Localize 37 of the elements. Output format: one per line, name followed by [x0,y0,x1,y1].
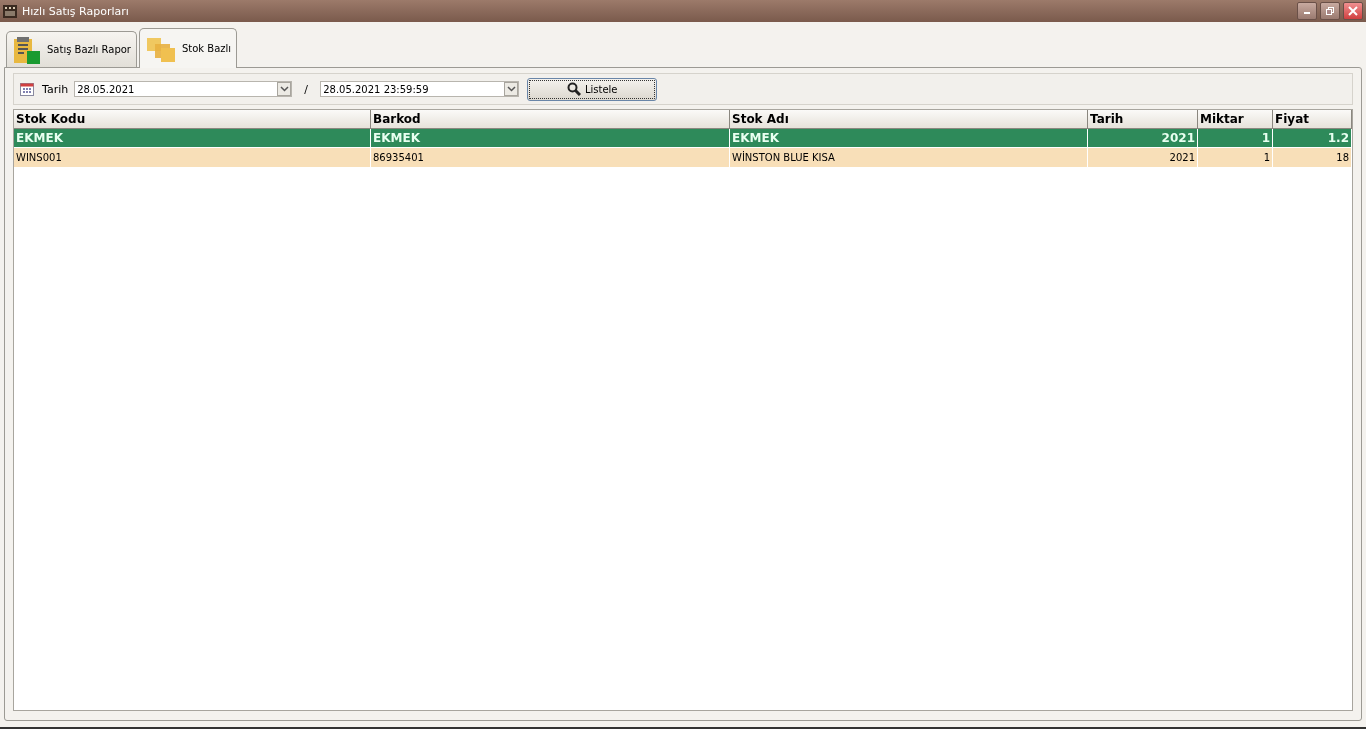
column-header[interactable]: Stok Adı [730,110,1088,129]
table-cell: 18 [1273,148,1352,167]
film-icon [3,4,17,18]
restore-button[interactable] [1320,2,1340,20]
table-cell: 1 [1198,129,1273,148]
close-button[interactable] [1343,2,1363,20]
date-separator: / [303,82,310,96]
calendar-icon [20,82,34,96]
date-label: Tarih [42,82,69,96]
close-icon [1348,6,1358,16]
minimize-button[interactable] [1297,2,1317,20]
table-cell: 1 [1198,148,1273,167]
window-title: Hızlı Satış Raporları [22,4,129,18]
dropdown-icon[interactable] [277,82,292,96]
search-icon [566,82,581,96]
restore-icon [1325,6,1335,16]
column-header[interactable]: Fiyat [1273,110,1352,129]
column-header[interactable]: Tarih [1088,110,1198,129]
table-cell: WİNSTON BLUE KISA [730,148,1088,167]
table-cell: 86935401 [371,148,730,167]
tab[interactable]: Stok Bazlı [139,28,238,68]
column-header[interactable]: Stok Kodu [14,110,371,129]
column-header[interactable]: Miktar [1198,110,1273,129]
end-date-field[interactable]: 28.05.2021 23:59:59 [320,81,520,97]
table-cell: 2021 [1088,129,1198,148]
start-date-field[interactable]: 28.05.2021 [74,81,293,97]
column-header[interactable]: Barkod [371,110,730,129]
table-cell: EKMEK [730,129,1088,148]
tab[interactable]: Satış Bazlı Rapor [6,31,137,67]
table-cell: EKMEK [14,129,371,148]
table-cell: 2021 [1088,148,1198,167]
table-cell: EKMEK [371,129,730,148]
dropdown-icon[interactable] [504,82,519,96]
clipboard-icon [12,34,42,65]
list-button[interactable]: Listele [527,77,658,101]
table-cell: WINS001 [14,148,371,167]
table-cell: 1.2 [1273,129,1352,148]
